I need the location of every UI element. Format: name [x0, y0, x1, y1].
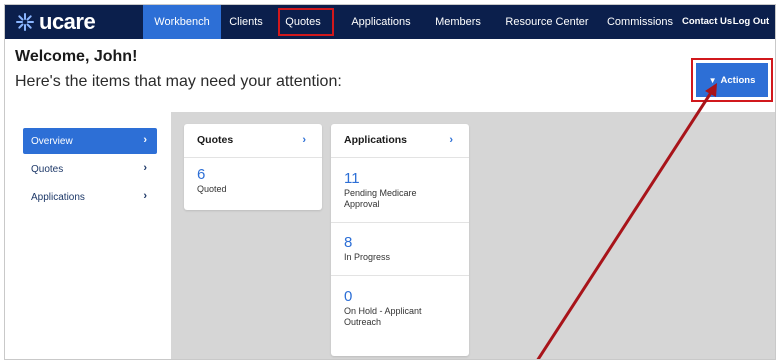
welcome-heading: Welcome, John!	[15, 48, 138, 65]
nav-resource-center[interactable]: Resource Center	[495, 5, 599, 39]
sidebar-item-label: Quotes	[31, 163, 64, 175]
nav-clients[interactable]: Clients	[223, 5, 269, 39]
stat-value: 6	[197, 166, 206, 183]
stat-label: In Progress	[344, 252, 391, 262]
sidebar-item-applications[interactable]: Applications ›	[23, 184, 157, 210]
pending-medicare-stat[interactable]: 11 Pending Medicare Approval	[331, 158, 469, 223]
applications-card: Applications › 11 Pending Medicare Appro…	[331, 124, 469, 356]
nav-commissions[interactable]: Commissions	[603, 5, 677, 39]
logo-text: ucare	[39, 9, 96, 34]
chevron-right-icon: ›	[143, 134, 147, 146]
sidebar-item-label: Overview	[31, 135, 73, 147]
applications-card-title: Applications	[344, 134, 408, 146]
nav-applications[interactable]: Applications	[339, 5, 423, 39]
quotes-highlight-box	[278, 8, 334, 36]
chevron-right-icon: ›	[302, 134, 306, 146]
sidebar-item-label: Applications	[31, 191, 85, 203]
ucare-logo[interactable]: ucare	[15, 9, 96, 34]
stat-label-line1: Pending Medicare	[344, 188, 417, 198]
dashboard-content: Overview › Quotes › Applications › Quote…	[5, 112, 775, 359]
stat-label-line2: Outreach	[344, 317, 382, 327]
actions-highlight-box	[691, 58, 773, 102]
sidebar: Overview › Quotes › Applications ›	[5, 112, 171, 359]
stat-value: 11	[344, 170, 360, 187]
nav-workbench[interactable]: Workbench	[143, 5, 221, 39]
app-window: ucare Workbench Clients Quotes Applicati…	[4, 4, 776, 360]
chevron-right-icon: ›	[143, 162, 147, 174]
top-nav: ucare Workbench Clients Quotes Applicati…	[5, 5, 775, 39]
in-progress-stat[interactable]: 8 In Progress	[331, 223, 469, 276]
sidebar-item-quotes[interactable]: Quotes ›	[23, 156, 157, 182]
nav-members[interactable]: Members	[427, 5, 489, 39]
nav-contact-us[interactable]: Contact Us	[682, 5, 732, 39]
stat-label-line2: Approval	[344, 199, 380, 209]
stat-label: Quoted	[197, 184, 227, 194]
quotes-card-title: Quotes	[197, 134, 234, 146]
quotes-card-header[interactable]: Quotes ›	[184, 124, 322, 158]
chevron-right-icon: ›	[143, 190, 147, 202]
on-hold-stat[interactable]: 0 On Hold - Applicant Outreach	[331, 276, 469, 354]
stat-value: 0	[344, 288, 353, 305]
applications-card-header[interactable]: Applications ›	[331, 124, 469, 158]
chevron-right-icon: ›	[449, 134, 453, 146]
nav-log-out[interactable]: Log Out	[731, 5, 771, 39]
sidebar-item-overview[interactable]: Overview ›	[23, 128, 157, 154]
stat-label-line1: On Hold - Applicant	[344, 306, 422, 316]
stat-value: 8	[344, 234, 353, 251]
attention-subtitle: Here's the items that may need your atte…	[15, 73, 342, 90]
quotes-quoted-stat[interactable]: 6 Quoted	[184, 158, 322, 210]
snowflake-icon	[16, 13, 34, 31]
quotes-card: Quotes › 6 Quoted	[184, 124, 322, 210]
